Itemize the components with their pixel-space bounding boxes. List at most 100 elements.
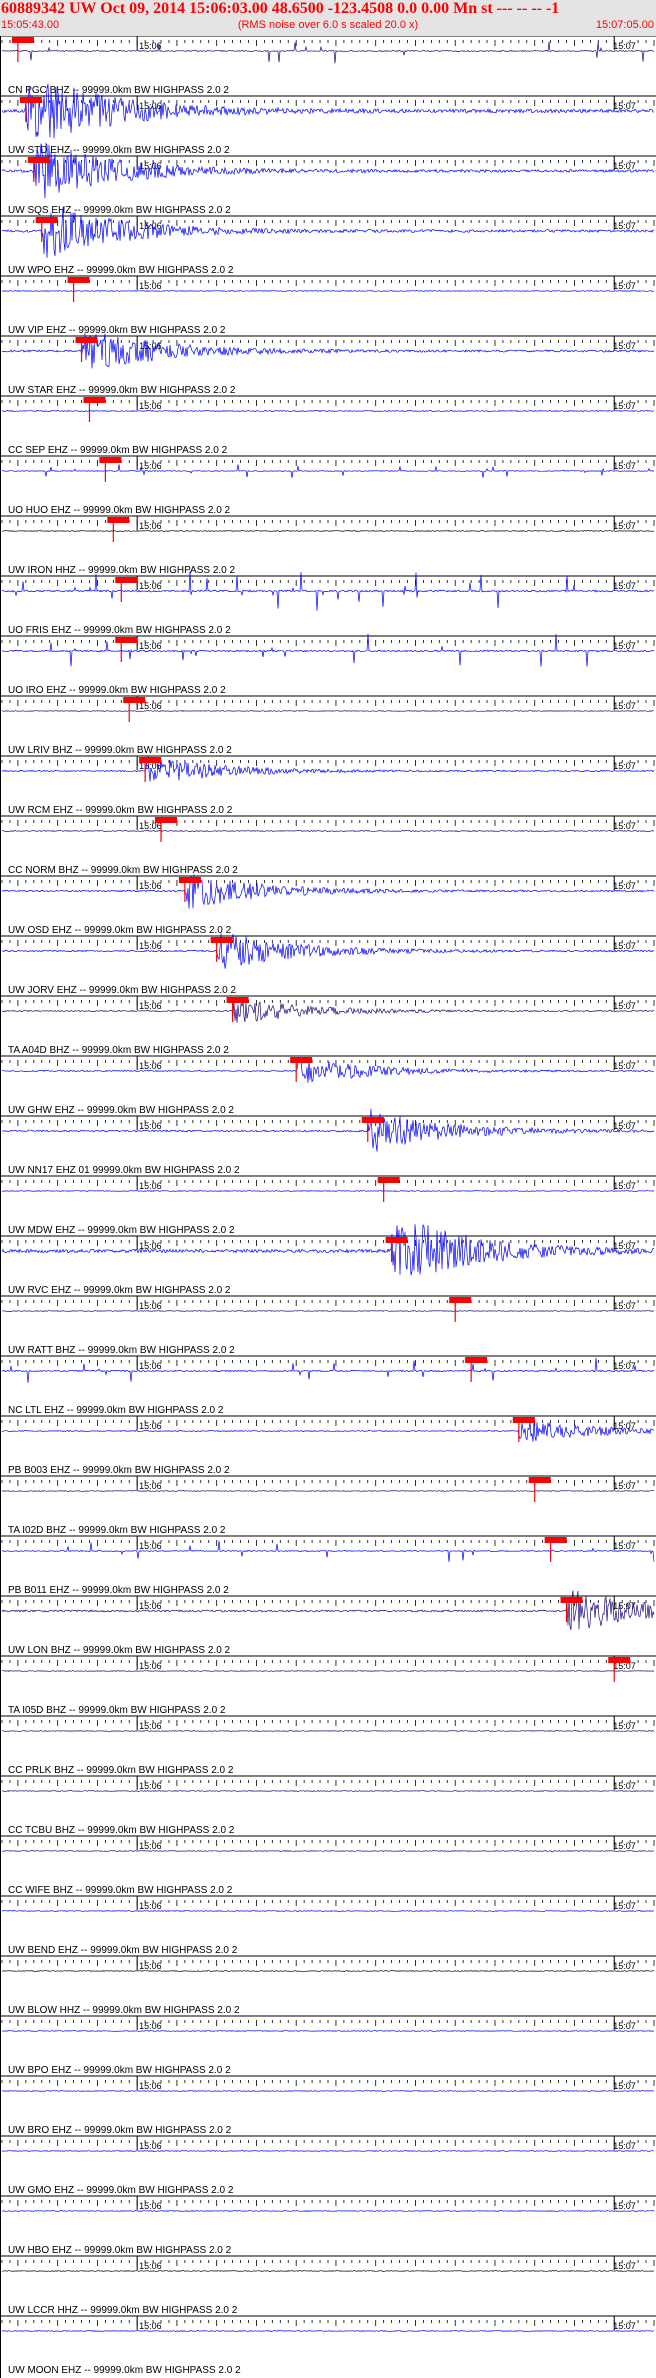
tick-label: 15:06 bbox=[139, 1481, 162, 1491]
waveform bbox=[2, 830, 655, 832]
tick-label: 15:07 bbox=[613, 1061, 636, 1071]
tick-label: 15:06 bbox=[139, 1061, 162, 1071]
pick-marker bbox=[210, 937, 233, 943]
station-label: CC TCBU BHZ -- 99999.0km BW HIGHPASS 2.0… bbox=[8, 1825, 235, 1836]
waveform bbox=[1, 2330, 655, 2332]
pick-marker bbox=[115, 577, 138, 583]
pick-marker bbox=[107, 517, 130, 523]
waveform bbox=[1, 2270, 655, 2272]
tick-label: 15:06 bbox=[139, 281, 162, 291]
pick-marker bbox=[528, 1477, 551, 1483]
trace-32: 15:06 15:07 UW BEND EHZ -- 99999.0km BW HI… bbox=[0, 1895, 656, 1956]
tick-label: 15:06 bbox=[139, 1661, 162, 1671]
station-label: UW BLOW HHZ -- 99999.0km BW HIGHPASS 2.0… bbox=[8, 2005, 240, 2016]
station-label: PB B011 EHZ -- 99999.0km BW HIGHPASS 2.0… bbox=[8, 1585, 229, 1596]
trace-36: 15:06 15:07 UW GMO EHZ -- 99999.0km BW HIG… bbox=[0, 2135, 656, 2196]
end-time-label: 15:07:05.00 bbox=[595, 19, 654, 31]
waveform bbox=[1, 933, 655, 969]
trace-39: 15:06 15:07 UW MOON EHZ -- 99999.0km BW HI… bbox=[0, 2315, 656, 2376]
waveform bbox=[2, 1670, 655, 1672]
tick-label: 15:06 bbox=[139, 161, 162, 171]
tick-label: 15:06 bbox=[139, 1721, 162, 1731]
tick-label: 15:06 bbox=[139, 2021, 162, 2031]
tick-label: 15:06 bbox=[139, 521, 162, 531]
waveform bbox=[1, 633, 655, 667]
tick-label: 15:07 bbox=[613, 521, 636, 531]
tick-label: 15:07 bbox=[613, 761, 636, 771]
tick-label: 15:06 bbox=[139, 1781, 162, 1791]
tick-label: 15:06 bbox=[139, 1001, 162, 1011]
waveform bbox=[1, 2210, 655, 2212]
waveform bbox=[1, 1421, 655, 1442]
station-label: UO IRO EHZ -- 99999.0km BW HIGHPASS 2.0 … bbox=[8, 685, 226, 696]
trace-7: 15:06 15:07 CC SEP EHZ -- 99999.0km BW HIG… bbox=[0, 395, 656, 456]
tick-label: 15:06 bbox=[139, 881, 162, 891]
tick-label: 15:07 bbox=[613, 1121, 636, 1131]
tick-label: 15:07 bbox=[613, 2081, 636, 2091]
tick-label: 15:07 bbox=[613, 221, 636, 231]
trace-15: 15:06 15:07 UW OSD EHZ -- 99999.0km BW HIG… bbox=[0, 874, 656, 936]
trace-31: 15:06 15:07 CC WIFE BHZ -- 99999.0km BW HI… bbox=[0, 1835, 656, 1896]
station-label: UO FRIS EHZ -- 99999.0km BW HIGHPASS 2.0… bbox=[8, 625, 231, 636]
waveform bbox=[1, 333, 655, 369]
trace-1: 15:06 15:07CN PGC BHZ -- 99999.0km BW HIG… bbox=[0, 36, 656, 96]
rms-noise-note: (RMS noise over 6.0 s scaled 20.0 x) bbox=[237, 19, 419, 31]
station-label: TA I02D BHZ -- 99999.0km BW HIGHPASS 2.0… bbox=[8, 1525, 226, 1536]
waveform bbox=[2, 1970, 655, 1972]
tick-label: 15:07 bbox=[613, 1361, 636, 1371]
tick-label: 15:07 bbox=[613, 881, 636, 891]
pick-marker bbox=[560, 1597, 583, 1603]
trace-14: 15:06 15:07CC NORM BHZ -- 99999.0km BW HI… bbox=[0, 815, 656, 876]
station-label: UW BPO EHZ -- 99999.0km BW HIGHPASS 2.0 … bbox=[8, 2065, 231, 2076]
tick-label: 15:06 bbox=[139, 2321, 162, 2331]
tick-label: 15:06 bbox=[139, 2201, 162, 2211]
tick-label: 15:07 bbox=[613, 2261, 636, 2271]
tick-label: 15:06 bbox=[139, 101, 162, 111]
pick-marker bbox=[361, 1117, 384, 1123]
pick-marker bbox=[544, 1537, 567, 1543]
station-label: UO HUO EHZ -- 99999.0km BW HIGHPASS 2.0 … bbox=[8, 505, 231, 516]
pick-marker bbox=[512, 1417, 535, 1423]
tick-label: 15:07 bbox=[613, 1241, 636, 1251]
tick-label: 15:07 bbox=[613, 581, 636, 591]
station-label: TA I05D BHZ -- 99999.0km BW HIGHPASS 2.0… bbox=[8, 1705, 226, 1716]
pick-marker bbox=[139, 757, 162, 763]
pick-marker bbox=[465, 1357, 488, 1363]
tick-label: 15:07 bbox=[613, 941, 636, 951]
waveform bbox=[1, 1850, 655, 1852]
pick-marker bbox=[290, 1057, 313, 1063]
waveform bbox=[2, 1540, 655, 1562]
trace-25: 15:06 15:07 TA I02D BHZ -- 99999.0km BW HI… bbox=[0, 1475, 656, 1536]
tick-label: 15:07 bbox=[613, 1301, 636, 1311]
tick-label: 15:07 bbox=[613, 1841, 636, 1851]
station-label: CC NORM BHZ -- 99999.0km BW HIGHPASS 2.0… bbox=[8, 865, 238, 876]
station-label: UW WPO EHZ -- 99999.0km BW HIGHPASS 2.0 … bbox=[8, 265, 234, 276]
tick-label: 15:07 bbox=[613, 1721, 636, 1731]
trace-16: 15:06 15:07 UW JORV EHZ -- 99999.0km BW HI… bbox=[0, 933, 656, 996]
tick-label: 15:06 bbox=[139, 1361, 162, 1371]
tick-label: 15:06 bbox=[139, 1541, 162, 1551]
station-label: UW RCM EHZ -- 99999.0km BW HIGHPASS 2.0 … bbox=[8, 805, 233, 816]
station-label: CC WIFE BHZ -- 99999.0km BW HIGHPASS 2.0… bbox=[8, 1885, 233, 1896]
tick-label: 15:07 bbox=[613, 281, 636, 291]
waveform bbox=[1, 710, 655, 712]
tick-label: 15:07 bbox=[613, 2141, 636, 2151]
trace-28: 15:06 15:07TA I05D BHZ -- 99999.0km BW HI… bbox=[0, 1655, 656, 1716]
pick-marker bbox=[123, 697, 146, 703]
tick-label: 15:06 bbox=[139, 1841, 162, 1851]
event-title: 60889342 UW Oct 09, 2014 15:06:03.00 48.… bbox=[1, 0, 560, 17]
pick-marker bbox=[35, 217, 58, 223]
pick-marker bbox=[11, 37, 34, 43]
waveform bbox=[1, 1790, 655, 1792]
tick-label: 15:07 bbox=[613, 41, 636, 51]
trace-17: 15:06 15:07 TA A04D BHZ -- 99999.0km BW HI… bbox=[0, 995, 656, 1056]
waveform bbox=[1, 290, 655, 292]
pick-marker bbox=[27, 157, 50, 163]
pick-marker bbox=[99, 457, 122, 463]
station-label: UW BEND EHZ -- 99999.0km BW HIGHPASS 2.0… bbox=[8, 1945, 238, 1956]
plot-header: 60889342 UW Oct 09, 2014 15:06:03.00 48.… bbox=[0, 0, 656, 36]
trace-9: 15:06 15:07 UW IRON HHZ -- 99999.0km BW HI… bbox=[0, 515, 656, 576]
trace-18: 15:06 15:07 UW GHW EHZ -- 99999.0km BW HIG… bbox=[0, 1055, 656, 1116]
tick-label: 15:07 bbox=[613, 2021, 636, 2031]
tick-label: 15:07 bbox=[613, 461, 636, 471]
